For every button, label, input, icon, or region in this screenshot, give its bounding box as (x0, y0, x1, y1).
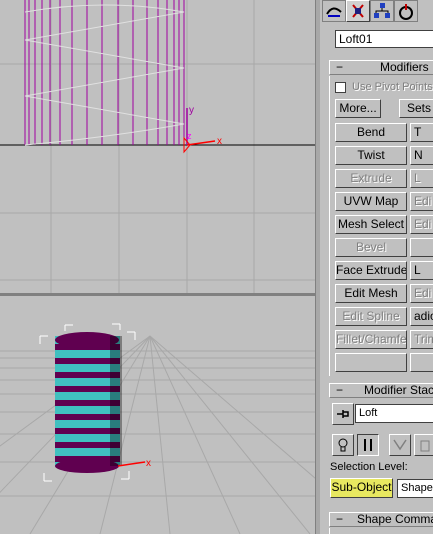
sub-object-level-dropdown[interactable]: Shape (397, 479, 433, 498)
modifier-button-col1-8[interactable]: Edit Spline (335, 307, 407, 326)
modifier-button-col1-7[interactable]: Edit Mesh (335, 284, 407, 303)
end-result-icon (364, 439, 372, 451)
shape-commands-rollout-header[interactable]: − Shape Commands (329, 512, 433, 527)
use-pivot-points-label: Use Pivot Points (352, 81, 433, 93)
modifier-button-col2-4[interactable]: Edi (410, 215, 433, 234)
modifier-button-col2-2[interactable]: L (410, 169, 433, 188)
modifier-button-col1-4[interactable]: Mesh Select (335, 215, 407, 234)
sub-object-button[interactable]: Sub-Object (330, 478, 393, 498)
axis-z-label: z (187, 131, 192, 141)
modifier-button-col1-9[interactable]: Fillet/Chamfer (335, 330, 407, 349)
collapse-minus-icon: − (336, 60, 344, 74)
perspective-viewport-canvas: x (0, 323, 315, 534)
modifier-button-col1-0[interactable]: Bend (335, 123, 407, 142)
pin-stack-button[interactable] (332, 403, 354, 425)
motion-icon (374, 3, 390, 18)
show-end-result-button[interactable] (357, 434, 379, 456)
persp-x-axis (117, 461, 146, 467)
command-panel: Loft01 − Modifiers Use Pivot Points More… (320, 0, 433, 534)
object-name-field[interactable]: Loft01 (335, 30, 433, 48)
modifier-button-col2-5[interactable] (410, 238, 433, 257)
hierarchy-icon (352, 4, 364, 18)
more-modifiers-button[interactable]: More... (335, 99, 381, 118)
shape-commands-rollout-body (329, 528, 433, 534)
perspective-viewport[interactable]: x (0, 296, 315, 534)
axis-y-label: y (189, 105, 194, 116)
modifier-stack-dropdown[interactable]: Loft (355, 404, 433, 423)
collapse-minus-icon: − (336, 383, 344, 397)
hierarchy-tab[interactable] (346, 0, 370, 22)
modifier-button-col2-9[interactable]: Trim (410, 330, 433, 349)
modify-bend-icon (326, 7, 342, 17)
make-unique-icon (393, 439, 407, 451)
modifiers-rollout-title: Modifiers (380, 60, 429, 74)
trash-icon (420, 440, 430, 452)
loft-object[interactable] (55, 332, 122, 473)
modifier-button-col1-1[interactable]: Twist (335, 146, 407, 165)
collapse-minus-icon: − (336, 512, 344, 526)
modifiers-rollout-header[interactable]: − Modifiers (329, 60, 433, 75)
use-pivot-points-checkbox[interactable] (335, 82, 346, 93)
selection-level-label: Selection Level: (330, 461, 408, 473)
modifier-stack-rollout-header[interactable]: − Modifier Stack (329, 383, 433, 398)
axis-x-label: x (217, 136, 222, 147)
perspective-grid (0, 335, 315, 534)
display-tab[interactable] (394, 0, 418, 22)
modifier-button-col2-3[interactable]: Edi (410, 192, 433, 211)
modifier-stack-rollout-title: Modifier Stack (364, 383, 433, 397)
modify-tab[interactable] (322, 0, 346, 22)
modifier-button-col1-5[interactable]: Bevel (335, 238, 407, 257)
shape-commands-rollout-title: Shape Commands (357, 512, 433, 526)
modifier-button-col1-2[interactable]: Extrude (335, 169, 407, 188)
pin-icon (337, 410, 349, 418)
make-unique-button[interactable] (389, 434, 411, 456)
motion-tab[interactable] (370, 0, 394, 22)
modifier-button-col2-6[interactable]: L (410, 261, 433, 280)
top-viewport[interactable]: y z x (0, 0, 315, 293)
modifier-button-col1-10[interactable] (335, 353, 407, 372)
lightbulb-icon (338, 438, 348, 452)
modifier-button-col1-6[interactable]: Face Extrude (335, 261, 407, 280)
modifier-button-col2-10[interactable] (410, 353, 433, 372)
modifier-button-col1-3[interactable]: UVW Map (335, 192, 407, 211)
modifier-sets-button[interactable]: Sets (399, 99, 433, 118)
modifier-button-col2-1[interactable]: N (410, 146, 433, 165)
remove-modifier-button[interactable] (414, 434, 433, 456)
helix-wireframe (24, 4, 185, 146)
top-viewport-canvas: y z x (0, 0, 315, 293)
rollout-left-edge (329, 76, 330, 376)
persp-axis-x-label: x (146, 458, 151, 469)
modifier-button-col2-7[interactable]: Edi (410, 284, 433, 303)
display-icon (399, 4, 413, 20)
modifier-button-col2-0[interactable]: T (410, 123, 433, 142)
active-inactive-toggle-button[interactable] (332, 434, 354, 456)
modifier-button-col2-8[interactable]: adio (410, 307, 433, 326)
